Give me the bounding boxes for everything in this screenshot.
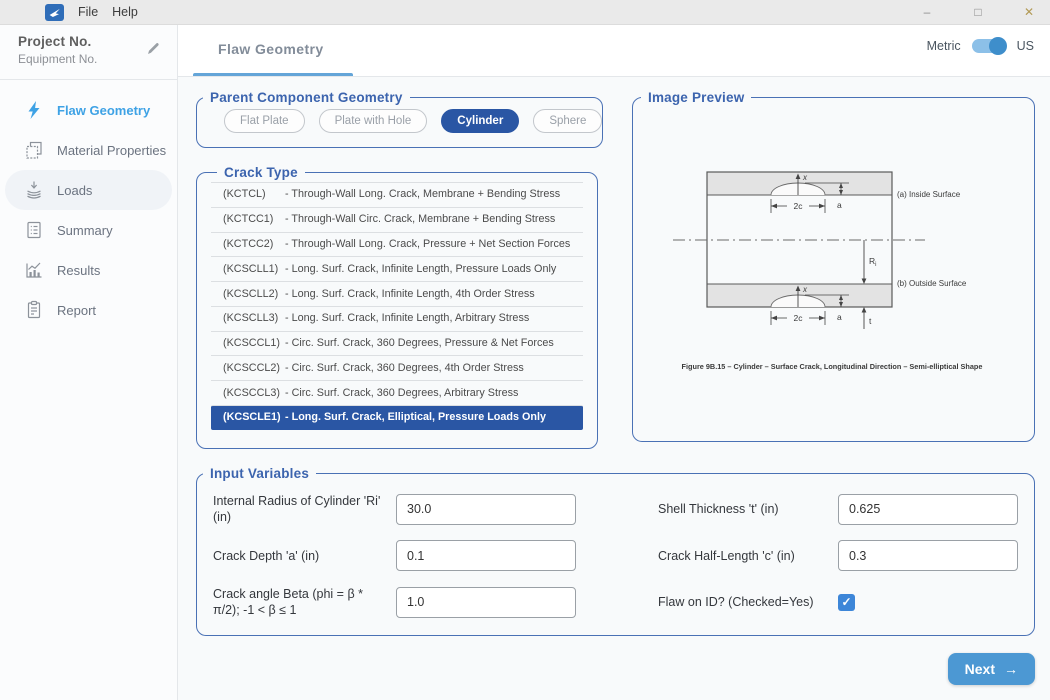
project-header: Project No. Equipment No. — [0, 25, 177, 80]
crack-type-row[interactable]: (KCSCCL3)- Circ. Surf. Crack, 360 Degree… — [211, 380, 583, 405]
sidebar-item-report[interactable]: Report — [5, 290, 172, 330]
sidebar-item-summary[interactable]: Summary — [5, 210, 172, 250]
minimize-button[interactable]: – — [920, 5, 934, 19]
check-icon: ✓ — [841, 595, 851, 609]
maximize-button[interactable]: □ — [971, 5, 985, 19]
geometry-cylinder-button[interactable]: Cylinder — [441, 109, 519, 133]
crack-half-length-label: Crack Half-Length 'c' (in) — [658, 548, 838, 564]
summary-icon — [24, 220, 44, 240]
crack-type-row[interactable]: (KCSCLL3)- Long. Surf. Crack, Infinite L… — [211, 306, 583, 331]
geometry-sphere-button[interactable]: Sphere — [533, 109, 602, 133]
lightning-icon — [24, 100, 44, 120]
toggle-knob — [989, 37, 1007, 55]
crack-type-row[interactable]: (KCTCC1)- Through-Wall Circ. Crack, Memb… — [211, 207, 583, 232]
tab-indicator — [193, 73, 353, 77]
geometry-flat-plate-button[interactable]: Flat Plate — [224, 109, 305, 133]
tab-flaw-geometry[interactable]: Flaw Geometry — [218, 41, 324, 57]
crack-type-row[interactable]: (KCTCL)- Through-Wall Long. Crack, Membr… — [211, 182, 583, 207]
svg-text:(b) Outside Surface: (b) Outside Surface — [897, 279, 967, 288]
app-icon — [45, 4, 64, 21]
geometry-plate-with-hole-button[interactable]: Plate with Hole — [319, 109, 428, 133]
crack-type-row[interactable]: (KCTCC2)- Through-Wall Long. Crack, Pres… — [211, 232, 583, 257]
svg-text:(a) Inside Surface: (a) Inside Surface — [897, 190, 961, 199]
crack-half-length-input[interactable] — [838, 540, 1018, 571]
arrow-right-icon: → — [1004, 661, 1018, 677]
unit-toggle[interactable] — [972, 39, 1006, 53]
sidebar-item-material-properties[interactable]: Material Properties — [5, 130, 172, 170]
crack-angle-beta-label: Crack angle Beta (phi = β * π/2); -1 < β… — [213, 586, 396, 618]
crack-type-section: Crack Type (KCTCL)- Through-Wall Long. C… — [196, 165, 598, 449]
image-preview-section: Image Preview x a — [632, 90, 1035, 442]
sidebar-item-label: Loads — [57, 183, 92, 198]
sidebar-item-label: Summary — [57, 223, 113, 238]
unit-us-label: US — [1017, 39, 1034, 53]
project-number-label: Project No. — [18, 34, 163, 49]
close-button[interactable]: ✕ — [1022, 5, 1036, 19]
crack-type-row[interactable]: (KCSCCL1)- Circ. Surf. Crack, 360 Degree… — [211, 331, 583, 356]
shell-thickness-label: Shell Thickness 't' (in) — [658, 501, 838, 517]
loads-icon — [24, 180, 44, 200]
report-icon — [24, 300, 44, 320]
svg-text:2c: 2c — [794, 201, 804, 211]
material-icon — [24, 140, 44, 160]
menu-file[interactable]: File — [78, 5, 98, 19]
crack-depth-label: Crack Depth 'a' (in) — [213, 548, 396, 564]
sidebar-nav: Flaw Geometry Material Properties Loads — [0, 80, 177, 330]
titlebar: File Help – □ ✕ — [0, 0, 1050, 25]
svg-text:Figure 9B.15 – Cylinder – Surf: Figure 9B.15 – Cylinder – Surface Crack,… — [682, 362, 983, 371]
equipment-number-label: Equipment No. — [18, 52, 163, 66]
menu-help[interactable]: Help — [112, 5, 138, 19]
input-variables-section: Input Variables Internal Radius of Cylin… — [196, 466, 1035, 636]
internal-radius-input[interactable] — [396, 494, 576, 525]
section-title: Parent Component Geometry — [203, 90, 410, 105]
sidebar-item-flaw-geometry[interactable]: Flaw Geometry — [5, 90, 172, 130]
svg-text:Ri: Ri — [869, 256, 876, 268]
svg-text:t: t — [869, 316, 872, 326]
next-button[interactable]: Next → — [948, 653, 1035, 685]
main-content: Parent Component Geometry Flat Plate Pla… — [178, 77, 1050, 700]
sidebar-item-label: Flaw Geometry — [57, 103, 150, 118]
sidebar: Project No. Equipment No. Flaw Geometry … — [0, 25, 178, 700]
results-icon — [24, 260, 44, 280]
crack-type-row-selected[interactable]: (KCSCLE1)- Long. Surf. Crack, Elliptical… — [211, 405, 583, 430]
sidebar-item-label: Material Properties — [57, 143, 166, 158]
section-title: Crack Type — [217, 165, 305, 180]
parent-component-geometry-section: Parent Component Geometry Flat Plate Pla… — [196, 90, 603, 148]
svg-text:a: a — [837, 200, 842, 210]
topbar: Flaw Geometry Metric US — [178, 25, 1050, 77]
section-title: Image Preview — [641, 90, 751, 105]
unit-metric-label: Metric — [927, 39, 961, 53]
crack-type-row[interactable]: (KCSCLL2)- Long. Surf. Crack, Infinite L… — [211, 281, 583, 306]
sidebar-item-label: Results — [57, 263, 100, 278]
sidebar-item-label: Report — [57, 303, 96, 318]
svg-text:2c: 2c — [794, 313, 804, 323]
shell-thickness-input[interactable] — [838, 494, 1018, 525]
sidebar-item-loads[interactable]: Loads — [5, 170, 172, 210]
flaw-on-id-label: Flaw on ID? (Checked=Yes) — [658, 594, 838, 610]
crack-type-row[interactable]: (KCSCCL2)- Circ. Surf. Crack, 360 Degree… — [211, 355, 583, 380]
crack-type-row[interactable]: (KCSCLL1)- Long. Surf. Crack, Infinite L… — [211, 256, 583, 281]
crack-type-list: (KCTCL)- Through-Wall Long. Crack, Membr… — [211, 182, 583, 430]
internal-radius-label: Internal Radius of Cylinder 'Ri' (in) — [213, 493, 396, 525]
edit-pencil-icon[interactable] — [146, 41, 161, 61]
svg-text:a: a — [837, 312, 842, 322]
section-title: Input Variables — [203, 466, 316, 481]
crack-depth-input[interactable] — [396, 540, 576, 571]
crack-angle-beta-input[interactable] — [396, 587, 576, 618]
flaw-on-id-checkbox[interactable]: ✓ — [838, 594, 855, 611]
sidebar-item-results[interactable]: Results — [5, 250, 172, 290]
crack-geometry-figure: x a 2c Ri x — [635, 107, 1032, 427]
